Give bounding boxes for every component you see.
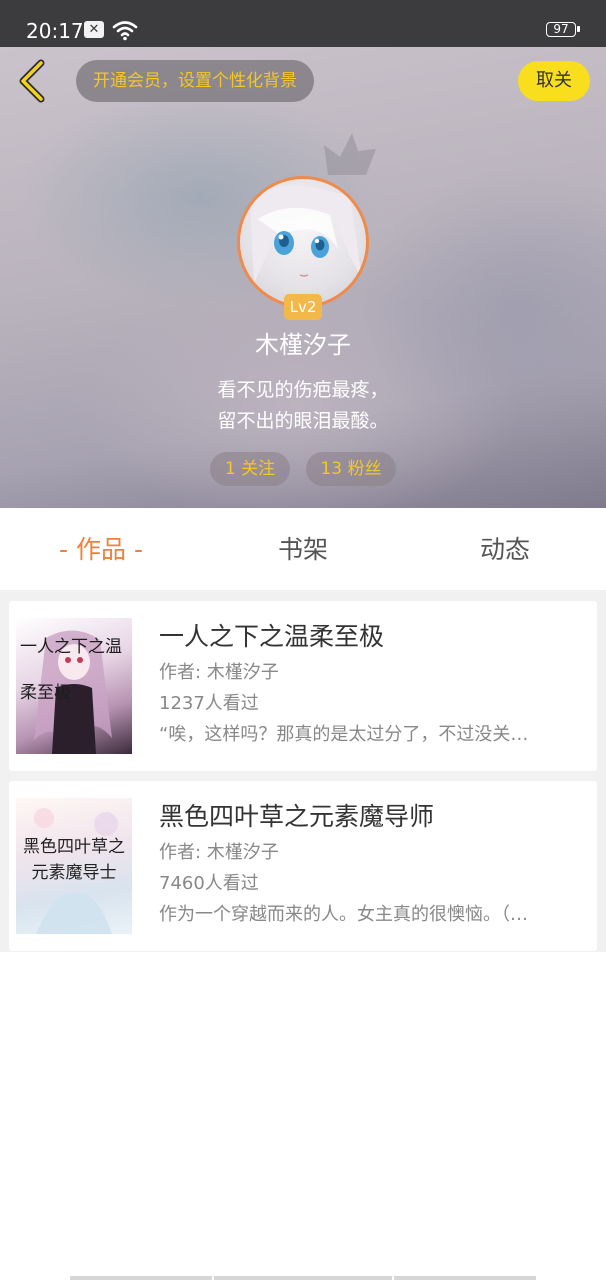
book-cover: 一人之下之温柔至极: [16, 618, 132, 754]
notification-icon: ✕: [84, 21, 104, 38]
avatar[interactable]: [237, 176, 369, 308]
nav-handle: [214, 1276, 392, 1280]
wifi-icon: [112, 21, 138, 41]
cover-title: 一人之下之温柔至极: [20, 637, 122, 703]
unfollow-button[interactable]: 取关: [518, 61, 590, 101]
nav-handle: [394, 1276, 536, 1280]
user-name: 木槿汐子: [255, 331, 351, 359]
status-time: 20:17: [26, 19, 84, 43]
book-title: 一人之下之温柔至极: [159, 622, 385, 651]
battery-icon: 97: [546, 22, 580, 37]
book-cover: 黑色四叶草之元素魔导士: [16, 798, 132, 934]
book-title: 黑色四叶草之元素魔导师: [159, 802, 435, 831]
book-author: 作者: 木槿汐子: [159, 842, 279, 863]
book-excerpt: 作为一个穿越而来的人。女主真的很懊恼。（…: [159, 904, 528, 925]
user-bio: 看不见的伤疤最疼， 留不出的眼泪最酸。: [0, 375, 606, 437]
list-item[interactable]: 黑色四叶草之元素魔导士 黑色四叶草之元素魔导师 作者: 木槿汐子 7460人看过…: [9, 781, 597, 951]
bio-line-1: 看不见的伤疤最疼，: [217, 379, 389, 401]
list-item[interactable]: 一人之下之温柔至极 一人之下之温柔至极 作者: 木槿汐子 1237人看过 “唉，…: [9, 601, 597, 771]
book-author: 作者: 木槿汐子: [159, 662, 279, 683]
tab-feed[interactable]: 动态: [404, 508, 606, 590]
profile-header: 开通会员，设置个性化背景 取关 Lv2 木槿汐子 看不见的伤疤最疼， 留不出的眼…: [0, 47, 606, 508]
crown-decoration: [324, 133, 376, 175]
book-views: 7460人看过: [159, 873, 259, 894]
tab-bar: - 作品 - 书架 动态: [0, 508, 606, 590]
followers-count-button[interactable]: 13 粉丝: [306, 452, 396, 486]
status-bar: 20:17 ✕ 97: [0, 0, 606, 47]
nav-handle: [70, 1276, 212, 1280]
book-views: 1237人看过: [159, 693, 259, 714]
avatar-illustration: [250, 185, 362, 283]
tab-works[interactable]: - 作品 -: [0, 508, 202, 590]
following-count-button[interactable]: 1 关注: [210, 452, 290, 486]
book-excerpt: “唉，这样吗？那真的是太过分了，不过没关…: [159, 724, 529, 745]
tab-bookshelf[interactable]: 书架: [202, 508, 404, 590]
works-list: 一人之下之温柔至极 一人之下之温柔至极 作者: 木槿汐子 1237人看过 “唉，…: [0, 590, 606, 952]
level-badge: Lv2: [284, 294, 322, 320]
vip-background-banner[interactable]: 开通会员，设置个性化背景: [76, 60, 314, 102]
cover-title: 黑色四叶草之元素魔导士: [23, 837, 125, 883]
chevron-left-icon: [19, 59, 45, 103]
back-button[interactable]: [14, 59, 50, 103]
bio-line-2: 留不出的眼泪最酸。: [217, 410, 389, 432]
